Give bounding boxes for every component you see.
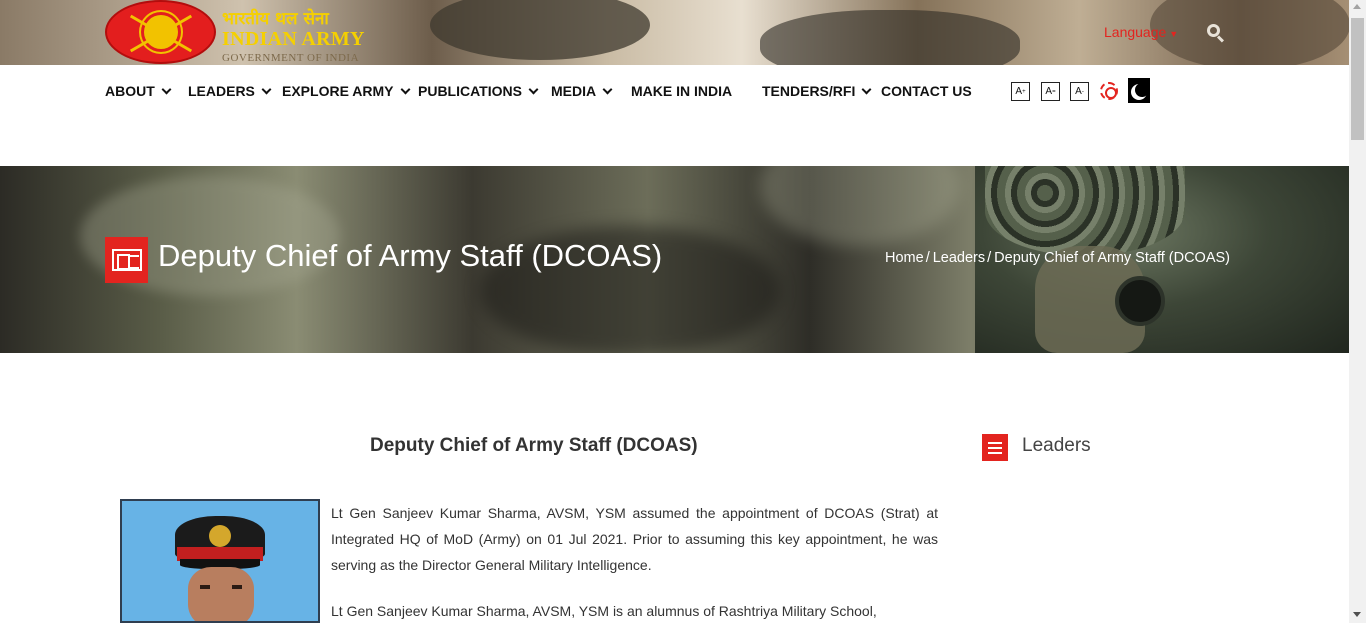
page-title: Deputy Chief of Army Staff (DCOAS)	[158, 238, 663, 273]
nav-item-leaders[interactable]: LEADERS	[188, 83, 272, 99]
breadcrumb-separator: /	[925, 250, 930, 266]
scrollbar-thumb[interactable]	[1351, 18, 1364, 140]
biography-paragraph: Lt Gen Sanjeev Kumar Sharma, AVSM, YSM i…	[331, 603, 877, 619]
language-dropdown[interactable]: Language ▼	[1104, 24, 1178, 40]
breadcrumb-home[interactable]: Home	[885, 250, 924, 266]
nav-item-explore-army[interactable]: EXPLORE ARMY	[282, 83, 410, 99]
nav-item-contact-us[interactable]: CONTACT US	[881, 83, 972, 99]
nav-item-publications[interactable]: PUBLICATIONS	[418, 83, 539, 99]
sidebar-title: Leaders	[1022, 435, 1091, 456]
breadcrumb-leaders[interactable]: Leaders	[933, 250, 985, 266]
logo-english-text[interactable]: INDIAN ARMY	[222, 28, 365, 51]
nav-item-label: MAKE IN INDIA	[631, 83, 733, 99]
nav-item-label: CONTACT US	[881, 83, 972, 99]
menu-list-icon[interactable]	[982, 434, 1008, 461]
chevron-down-icon	[528, 84, 539, 94]
font-size-label: A	[1015, 86, 1023, 97]
camouflage-pattern	[1150, 0, 1349, 65]
sun-icon[interactable]	[1100, 82, 1118, 100]
nav-item-label: TENDERS/RFI	[762, 83, 856, 99]
moon-icon	[1135, 83, 1149, 97]
content-heading: Deputy Chief of Army Staff (DCOAS)	[370, 435, 698, 456]
nav-item-label: MEDIA	[551, 83, 597, 99]
biography-paragraph: Lt Gen Sanjeev Kumar Sharma, AVSM, YSM a…	[331, 505, 938, 573]
nav-item-about[interactable]: ABOUT	[105, 83, 172, 99]
font-size-sup: =	[1052, 88, 1056, 95]
scroll-down-arrow-icon[interactable]	[1353, 612, 1361, 617]
nav-item-label: ABOUT	[105, 83, 155, 99]
nav-item-label: LEADERS	[188, 83, 255, 99]
dark-mode-button[interactable]	[1128, 78, 1150, 103]
nav-item-label: EXPLORE ARMY	[282, 83, 394, 99]
breadcrumb-current: Deputy Chief of Army Staff (DCOAS)	[994, 250, 1230, 266]
army-emblem-logo[interactable]	[105, 0, 216, 64]
chevron-down-icon	[400, 84, 410, 94]
camouflage-pattern	[760, 10, 1020, 65]
caret-down-icon: ▼	[1169, 29, 1179, 39]
chevron-down-icon	[861, 84, 872, 94]
vertical-scrollbar[interactable]	[1349, 0, 1366, 623]
biography-text: Lt Gen Sanjeev Kumar Sharma, AVSM, YSM a…	[331, 500, 938, 623]
language-label: Language	[1104, 24, 1167, 40]
chevron-down-icon	[602, 84, 613, 94]
font-decrease-button[interactable]: A-	[1070, 82, 1089, 101]
top-banner: भारतीय थल सेना INDIAN ARMY GOVERNMENT OF…	[0, 0, 1349, 65]
font-size-sup: +	[1022, 88, 1026, 95]
font-normal-button[interactable]: A =	[1041, 82, 1060, 101]
chevron-down-icon	[261, 84, 272, 94]
main-navigation: ABOUT LEADERS EXPLORE ARMY PUBLICATIONS …	[0, 65, 1349, 166]
logo-subtitle: GOVERNMENT OF INDIA	[222, 52, 360, 64]
nav-item-make-in-india[interactable]: MAKE IN INDIA	[631, 83, 732, 99]
logo-hindi-text[interactable]: भारतीय थल सेना	[222, 6, 329, 29]
scroll-up-arrow-icon[interactable]	[1353, 4, 1361, 9]
font-size-sup: -	[1081, 88, 1084, 95]
newspaper-icon	[105, 237, 148, 283]
font-increase-button[interactable]: A +	[1011, 82, 1030, 101]
camouflage-pattern	[430, 0, 650, 60]
nav-item-media[interactable]: MEDIA	[551, 83, 613, 99]
officer-portrait	[120, 499, 320, 623]
nav-item-tenders-rfi[interactable]: TENDERS/RFI	[762, 83, 872, 99]
breadcrumb: Home / Leaders / Deputy Chief of Army Staff …	[885, 250, 1230, 266]
chevron-down-icon	[161, 84, 172, 94]
nav-item-label: PUBLICATIONS	[418, 83, 522, 99]
breadcrumb-separator: /	[987, 250, 992, 266]
font-size-label: A	[1045, 86, 1053, 97]
page-hero-banner: Deputy Chief of Army Staff (DCOAS) Home /…	[0, 166, 1349, 353]
font-size-label: A	[1075, 86, 1082, 97]
search-icon[interactable]	[1207, 24, 1225, 43]
